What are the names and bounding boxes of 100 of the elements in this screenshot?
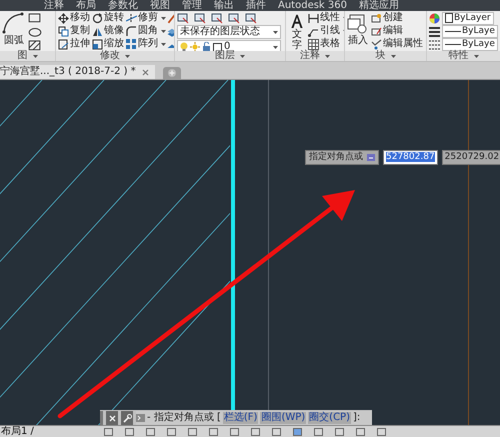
rectangle-icon — [28, 13, 42, 24]
linetype-icon — [429, 38, 440, 50]
dimension-icon — [308, 12, 319, 24]
caret-icon — [161, 30, 166, 32]
status-toggle-icon — [292, 428, 302, 436]
arrow-key-icon — [367, 154, 375, 161]
property-dropdown[interactable]: ByLayer — [442, 12, 494, 24]
close-icon — [142, 68, 149, 76]
tool-button[interactable]: 镜像 — [92, 25, 126, 37]
panel-title[interactable]: 图层 — [175, 51, 285, 61]
tool-button[interactable]: 移动 — [58, 12, 92, 24]
tool-button[interactable]: 表格 — [308, 38, 340, 50]
property-dropdown[interactable]: ByLaye — [442, 24, 498, 38]
menu-tab[interactable]: Autodesk 360 — [278, 0, 347, 11]
menu-tab[interactable]: 输出 — [214, 0, 234, 11]
mirror-icon — [92, 26, 103, 36]
command-option[interactable]: 圈交(CP) — [308, 412, 351, 424]
layer-state-dropdown[interactable]: 未保存的图层状态 — [177, 25, 281, 39]
caret-icon — [32, 54, 38, 58]
insert-block-icon — [347, 14, 369, 34]
caret-icon — [390, 54, 396, 58]
panel-title[interactable]: 图 — [0, 51, 55, 61]
panel-title[interactable]: 特性 — [427, 51, 500, 61]
grid-icon — [126, 38, 137, 50]
layout-tab[interactable]: 布局1 / — [0, 426, 34, 437]
tool-button[interactable]: 引线 — [308, 25, 344, 37]
hatch-icon — [28, 40, 42, 51]
menu-tab[interactable]: 管理 — [182, 0, 202, 11]
command-prompt-icon — [136, 414, 145, 422]
color-wheel-icon — [429, 12, 440, 24]
stretch-icon — [58, 38, 69, 50]
menu-tab[interactable]: 参数化 — [108, 0, 138, 11]
tool-button[interactable]: 缩放 — [92, 38, 126, 50]
panel-title[interactable]: 修改 — [56, 51, 174, 61]
attribute-icon — [371, 38, 382, 50]
lineweight-icon — [429, 26, 440, 36]
panel-title[interactable]: 注释 — [286, 51, 344, 61]
document-tab[interactable]: 宁海宫墅..._t3 ( 2018-7-2 ) * — [0, 65, 155, 79]
prompt-label: 指定对角点或 — [305, 150, 379, 165]
command-input[interactable]: - 指定对角点或 [ 栏选(F) 圈围(WP) 圈交(CP) ]: — [136, 411, 372, 425]
tool-button[interactable]: 创建 — [371, 12, 403, 24]
close-button[interactable] — [106, 411, 118, 425]
property-dropdown[interactable]: ByLaye — [442, 38, 498, 50]
tool-button[interactable]: 线性 — [308, 12, 344, 24]
menu-tab[interactable]: 视图 — [150, 0, 170, 11]
tool-button[interactable]: 编辑属性 — [371, 38, 426, 50]
copy-icon — [58, 26, 69, 36]
caret-icon — [474, 54, 478, 58]
layer-tool-icon — [245, 12, 258, 24]
caret-icon — [161, 42, 166, 46]
grip-handle[interactable] — [100, 411, 103, 425]
caret-icon — [273, 46, 278, 48]
menu-tab[interactable]: 布局 — [76, 0, 96, 11]
tool-button[interactable]: 修剪 — [126, 12, 164, 24]
layer-tool-icon — [211, 12, 224, 24]
menu-tab[interactable]: 插件 — [246, 0, 266, 11]
coordinate-input[interactable]: 527802.87 — [383, 150, 438, 165]
layer-tool-icon — [177, 12, 190, 24]
block-edit-icon — [371, 26, 382, 36]
arc-button[interactable]: 圆弧 — [4, 35, 24, 46]
coordinate-input[interactable]: 2520729.02 — [442, 150, 500, 165]
rotate-icon — [92, 12, 103, 24]
layer-tool-icon — [228, 12, 241, 24]
ellipse-icon — [28, 26, 42, 38]
tool-button[interactable]: 旋转 — [92, 12, 126, 24]
text-button[interactable]: 文字 — [288, 29, 306, 51]
tool-button[interactable]: 拉伸 — [58, 38, 92, 50]
tool-button[interactable]: 阵列 — [126, 38, 164, 50]
close-icon — [108, 414, 116, 422]
scale-icon — [92, 38, 103, 50]
move-icon — [58, 12, 69, 24]
line-sample-icon — [445, 42, 461, 46]
layer-tool-icon — [194, 12, 207, 24]
caret-icon — [125, 54, 130, 58]
table-icon — [308, 38, 319, 50]
tool-button[interactable]: 复制 — [58, 25, 92, 37]
line-sample-icon — [445, 30, 461, 32]
fillet-icon — [126, 26, 137, 36]
tool-button[interactable]: 圆角 — [126, 25, 164, 37]
caret-icon — [161, 16, 166, 20]
layer-dropdown[interactable]: 0 — [177, 40, 281, 51]
caret-icon — [240, 54, 245, 58]
command-option[interactable]: 圈围(WP) — [260, 412, 306, 424]
insert-button[interactable]: 插入 — [348, 35, 368, 46]
arc-icon — [2, 12, 26, 34]
customize-button[interactable] — [121, 411, 133, 425]
bulb-icon — [180, 42, 188, 51]
panel-title[interactable]: 块 — [345, 51, 426, 61]
command-prompt: - 指定对角点或 [ — [147, 411, 221, 425]
command-option[interactable]: 栏选(F) — [222, 412, 258, 424]
caret-icon — [325, 54, 330, 58]
trim-icon — [126, 12, 137, 24]
sun-icon — [190, 42, 200, 51]
command-prompt: ]: — [353, 411, 360, 425]
caret-icon — [273, 30, 278, 34]
color-swatch-icon — [445, 13, 453, 23]
wrench-icon — [122, 414, 132, 422]
tool-button[interactable]: 编辑 — [371, 25, 403, 37]
block-icon — [371, 12, 382, 24]
plus-icon — [166, 68, 178, 78]
